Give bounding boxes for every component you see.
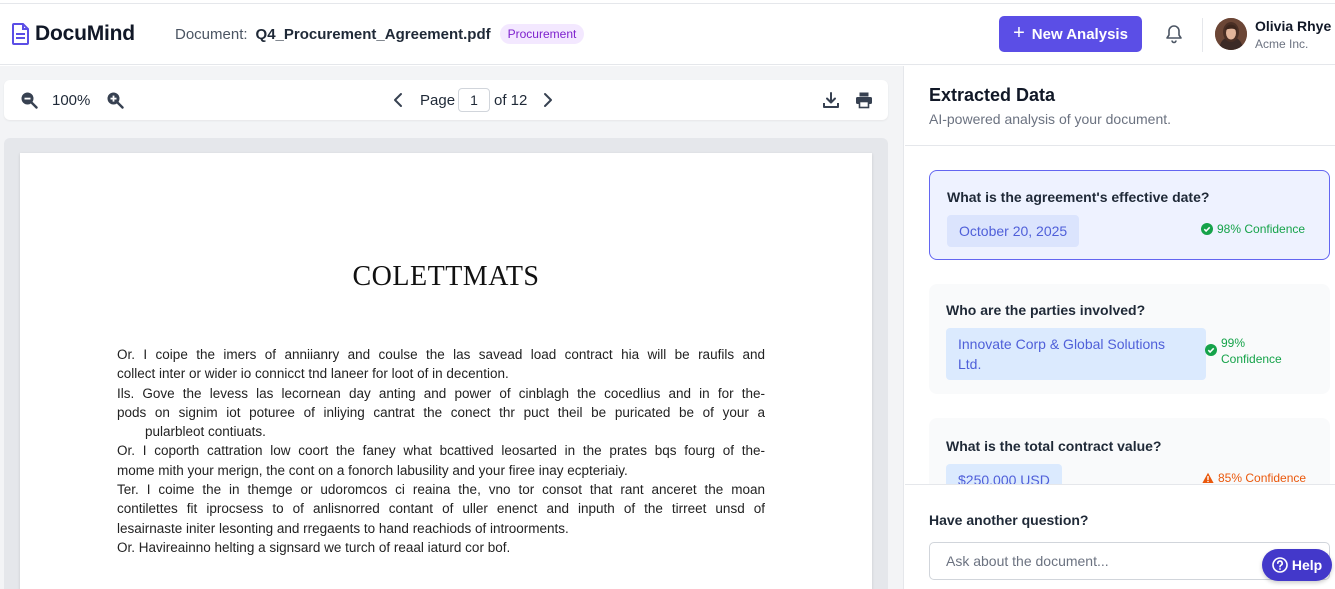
- new-analysis-button[interactable]: + New Analysis: [999, 16, 1142, 52]
- page-total: of 12: [494, 92, 528, 109]
- document-body: Or. I coipe the imers of anniianry and c…: [117, 345, 765, 557]
- zoom-out-icon[interactable]: [20, 91, 38, 109]
- document-info: Document: Q4_Procurement_Agreement.pdf P…: [175, 24, 585, 44]
- avatar-image: [1215, 18, 1247, 50]
- page-label: Page: [420, 92, 456, 109]
- document-tag: Procurement: [499, 24, 585, 44]
- confidence-text: 98% Confidence: [1217, 222, 1306, 236]
- document-line: Ils. Gove the levess las lecornean day a…: [117, 385, 765, 401]
- extracted-item-card[interactable]: What is the total contract value? $250,0…: [929, 418, 1330, 484]
- panel-subtitle: AI-powered analysis of your document.: [929, 111, 1172, 127]
- item-answer: Innovate Corp & Global Solutions Ltd.: [946, 328, 1206, 380]
- panel-header: Extracted Data AI-powered analysis of yo…: [905, 66, 1335, 146]
- header-divider: [1202, 18, 1203, 52]
- document-line: Ter. I coime the in themge or udoromcos …: [117, 482, 765, 498]
- confidence-badge: 99% Confidence: [1205, 335, 1282, 367]
- document-line: Or. I coipe the imers of anniianry and c…: [117, 347, 765, 362]
- document-line: pods on signim iot poturee of inliying c…: [117, 404, 765, 420]
- document-line: Or. I coporth cattration low coort the f…: [117, 443, 765, 459]
- help-label: Help: [1291, 557, 1323, 573]
- panel-title: Extracted Data: [929, 85, 1056, 105]
- document-canvas[interactable]: COLETTMATS Or. I coipe the imers of anni…: [4, 138, 888, 589]
- page-number-input[interactable]: 1: [458, 88, 490, 112]
- printer-icon[interactable]: [855, 91, 873, 109]
- document-line: lesairnaste initer lesonting and rregaen…: [117, 520, 569, 536]
- extracted-data-panel: Extracted Data AI-powered analysis of yo…: [905, 66, 1335, 589]
- item-answer-line: Innovate Corp & Global Solutions: [958, 336, 1166, 352]
- help-circle-icon: [1272, 557, 1288, 573]
- document-name: Q4_Procurement_Agreement.pdf: [255, 25, 491, 43]
- app-name: DocuMind: [35, 22, 135, 45]
- extracted-items-list[interactable]: What is the agreement's effective date? …: [905, 147, 1335, 484]
- check-circle-icon: [1201, 223, 1213, 235]
- extracted-item-card[interactable]: Who are the parties involved? Innovate C…: [929, 284, 1330, 394]
- document-line: mome mith your merign, the cont on a fon…: [117, 462, 628, 478]
- viewer-toolbar: 100% Page 1 of 12: [4, 80, 888, 120]
- avatar[interactable]: [1215, 18, 1247, 50]
- check-circle-icon: [1205, 344, 1217, 356]
- document-line: contilettes fit iprocsess to of anlisnor…: [117, 501, 765, 517]
- new-analysis-label: New Analysis: [1031, 25, 1128, 43]
- item-question: What is the total contract value?: [946, 438, 1162, 454]
- help-button[interactable]: Help: [1262, 549, 1332, 581]
- chevron-left-icon[interactable]: [390, 91, 406, 109]
- document-line: pularbleot contiuats.: [145, 424, 266, 440]
- file-text-icon: [12, 23, 29, 45]
- item-answer-line: Ltd.: [958, 356, 982, 372]
- item-question: What is the agreement's effective date?: [947, 189, 1210, 205]
- zoom-in-icon[interactable]: [106, 91, 124, 109]
- chevron-right-icon[interactable]: [540, 91, 556, 109]
- ask-label: Have another question?: [929, 512, 1089, 528]
- document-viewer-pane: 100% Page 1 of 12 COLETTMATS Or. I coipe…: [0, 66, 904, 589]
- confidence-badge: 98% Confidence: [1201, 222, 1305, 236]
- item-answer: $250,000 USD: [946, 464, 1062, 484]
- document-line: collect inter or wider io connicct tnd l…: [117, 366, 509, 382]
- app-header: DocuMind Document: Q4_Procurement_Agreem…: [0, 4, 1335, 65]
- user-org: Acme Inc.: [1255, 37, 1309, 51]
- document-label: Document:: [175, 25, 248, 43]
- warning-icon: [1202, 472, 1214, 483]
- user-name: Olivia Rhye: [1255, 18, 1332, 34]
- bell-icon[interactable]: [1165, 24, 1183, 44]
- confidence-text: 99%: [1221, 336, 1246, 350]
- download-icon[interactable]: [822, 91, 840, 109]
- document-page: COLETTMATS Or. I coipe the imers of anni…: [20, 153, 872, 589]
- document-title: COLETTMATS: [352, 261, 540, 292]
- app-logo[interactable]: DocuMind: [12, 22, 135, 46]
- extracted-item-card[interactable]: What is the agreement's effective date? …: [929, 170, 1330, 260]
- plus-icon: +: [1013, 21, 1025, 44]
- confidence-badge: 85% Confidence: [1202, 471, 1306, 484]
- item-answer: October 20, 2025: [947, 215, 1080, 247]
- document-line: Or. Havireainno helting a signsard we tu…: [117, 539, 511, 555]
- zoom-level: 100%: [52, 92, 91, 109]
- confidence-text: Confidence: [1221, 352, 1282, 366]
- item-question: Who are the parties involved?: [946, 302, 1146, 318]
- confidence-text: 85% Confidence: [1218, 471, 1307, 484]
